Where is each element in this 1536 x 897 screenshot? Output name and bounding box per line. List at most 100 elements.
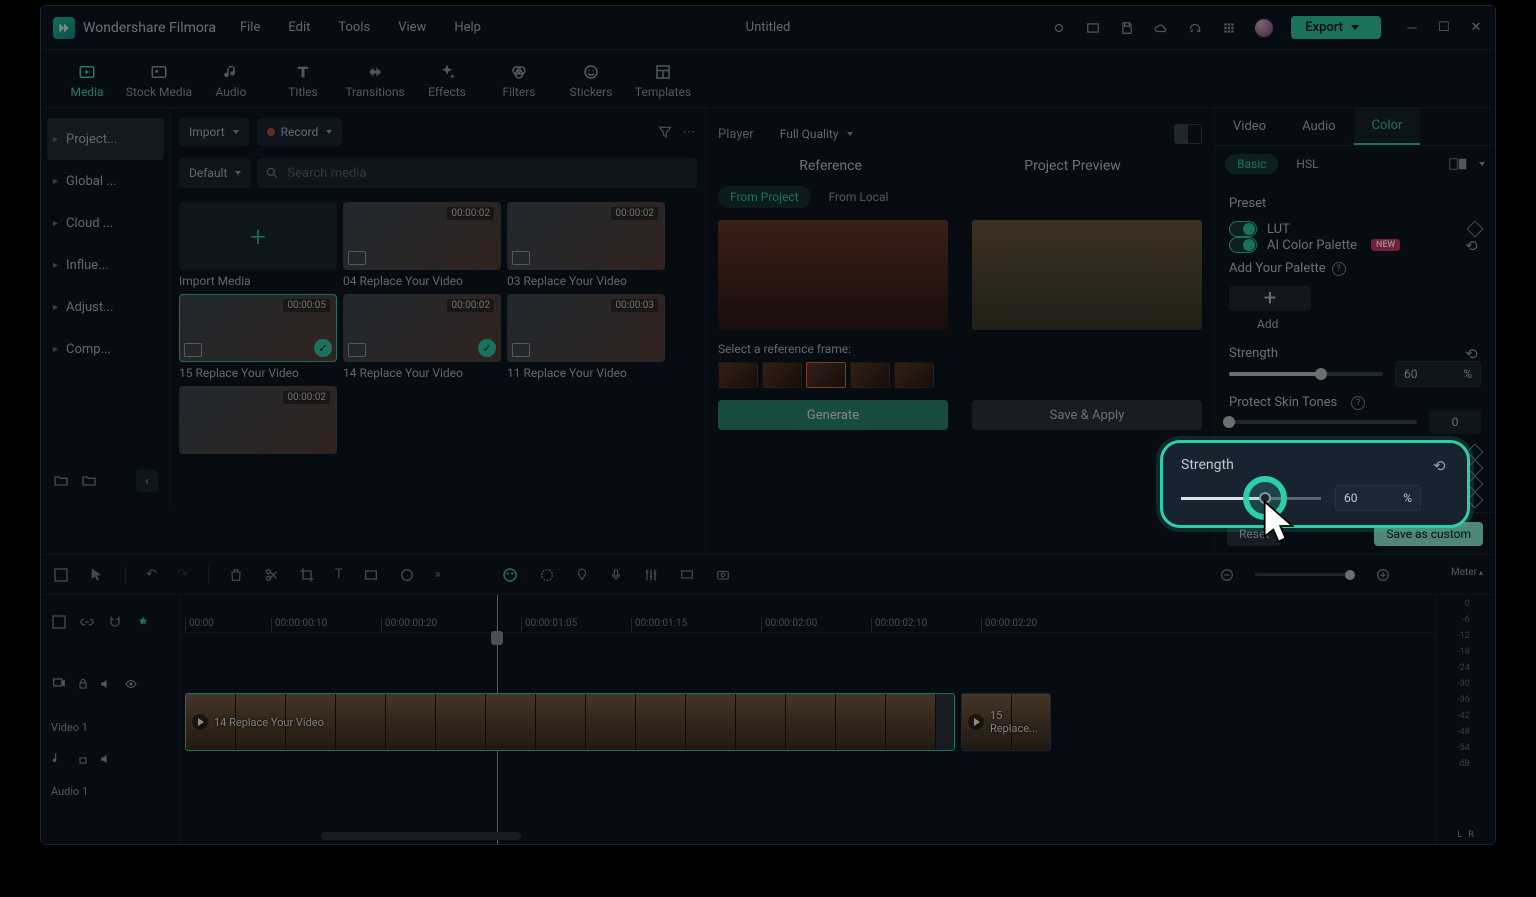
more-tools-icon[interactable]: » — [435, 567, 441, 582]
tab-effects[interactable]: Effects — [411, 54, 483, 107]
cursor-icon[interactable] — [89, 567, 105, 583]
media-thumb[interactable]: 00:00:05✓ — [179, 294, 337, 362]
tab-stickers[interactable]: Stickers — [555, 54, 627, 107]
text-icon[interactable]: T — [335, 567, 343, 582]
quality-dropdown[interactable]: Full Quality — [770, 123, 863, 145]
pill-from-project[interactable]: From Project — [718, 186, 811, 208]
help-icon[interactable]: ? — [1351, 396, 1365, 410]
pill-from-local[interactable]: From Local — [817, 186, 901, 208]
delete-icon[interactable] — [229, 567, 243, 583]
mute-icon[interactable] — [99, 752, 113, 766]
tab-video[interactable]: Video — [1215, 108, 1284, 145]
protect-skin-value[interactable]: 0 — [1429, 410, 1481, 434]
mute-icon[interactable] — [99, 677, 113, 691]
ref-thumb[interactable] — [850, 362, 890, 388]
add-palette-button[interactable]: + — [1229, 286, 1311, 311]
tab-transitions[interactable]: Transitions — [339, 54, 411, 107]
reset-icon[interactable]: ⟲ — [1465, 237, 1481, 253]
reset-icon[interactable]: ⟲ — [1433, 457, 1449, 473]
timeline-canvas[interactable]: 00:00 00:00:00:10 00:00:00:20 00:00:01:0… — [181, 595, 1435, 844]
mic-icon[interactable] — [609, 567, 623, 583]
headphones-icon[interactable] — [1187, 20, 1203, 36]
tab-titles[interactable]: Titles — [267, 54, 339, 107]
zoom-slider[interactable] — [1255, 573, 1355, 576]
filter-icon[interactable] — [657, 124, 673, 140]
import-dropdown[interactable]: Import — [179, 118, 249, 146]
sidebar-item-adjust[interactable]: Adjust... — [47, 286, 164, 328]
menu-edit[interactable]: Edit — [288, 20, 310, 35]
search-input[interactable]: Search media — [257, 158, 697, 188]
tab-audio-prop[interactable]: Audio — [1284, 108, 1353, 145]
panel-more-dropdown[interactable] — [1477, 162, 1485, 166]
undo-icon[interactable]: ↶ — [146, 567, 157, 582]
tab-color[interactable]: Color — [1354, 108, 1421, 145]
lock-icon[interactable] — [77, 677, 89, 691]
auto-ripple-icon[interactable] — [135, 614, 151, 630]
strength-slider-bg[interactable] — [1229, 372, 1383, 376]
lut-toggle[interactable] — [1229, 221, 1257, 237]
compare-view-icon[interactable] — [1449, 157, 1467, 171]
help-icon[interactable]: ? — [1332, 262, 1346, 276]
import-media-tile[interactable]: + — [179, 202, 337, 270]
snapshot-icon[interactable] — [715, 568, 731, 582]
menu-help[interactable]: Help — [454, 20, 481, 35]
folder-icon[interactable] — [81, 473, 97, 489]
maximize-button[interactable]: ☐ — [1437, 20, 1451, 36]
tab-media[interactable]: Media — [51, 54, 123, 107]
sidebar-item-cloud[interactable]: Cloud ... — [47, 202, 164, 244]
timeline-layout-icon[interactable] — [51, 614, 67, 630]
link-icon[interactable] — [79, 614, 95, 630]
save-icon[interactable] — [1119, 20, 1135, 36]
menu-view[interactable]: View — [398, 20, 426, 35]
media-thumb[interactable]: 00:00:02 — [507, 202, 665, 270]
ref-thumb[interactable] — [762, 362, 802, 388]
tab-templates[interactable]: Templates — [627, 54, 699, 107]
collapse-button[interactable]: ‹ — [136, 470, 158, 492]
strength-value-input[interactable]: 60% — [1335, 485, 1421, 511]
mixer-icon[interactable] — [643, 567, 659, 583]
menu-tools[interactable]: Tools — [338, 20, 370, 35]
timeline-mode-icon[interactable] — [53, 567, 69, 583]
cloud-icon[interactable] — [1153, 20, 1169, 36]
ai-icon[interactable] — [501, 566, 519, 584]
color-match-icon[interactable] — [399, 567, 415, 583]
aspect-icon[interactable] — [363, 567, 379, 583]
compare-toggle[interactable] — [1174, 124, 1202, 144]
media-thumb[interactable]: 00:00:02 — [343, 202, 501, 270]
ref-thumb[interactable] — [894, 362, 934, 388]
subtab-hsl[interactable]: HSL — [1284, 154, 1330, 174]
media-thumb[interactable]: 00:00:02 — [179, 386, 337, 454]
apps-icon[interactable] — [1221, 20, 1237, 36]
tab-stock-media[interactable]: Stock Media — [123, 54, 195, 107]
sidebar-item-influence[interactable]: Influe... — [47, 244, 164, 286]
media-thumb[interactable]: 00:00:03 — [507, 294, 665, 362]
tab-audio[interactable]: Audio — [195, 54, 267, 107]
sidebar-item-project[interactable]: Project... — [47, 118, 164, 160]
marker-icon[interactable] — [575, 567, 589, 583]
video-clip[interactable]: 14 Replace Your Video — [185, 693, 955, 751]
zoom-out-icon[interactable] — [1219, 567, 1235, 583]
tab-filters[interactable]: Filters — [483, 54, 555, 107]
ref-thumb[interactable] — [806, 362, 846, 388]
user-avatar[interactable] — [1255, 19, 1273, 37]
generate-button[interactable]: Generate — [718, 400, 948, 430]
protect-skin-slider[interactable] — [1229, 420, 1417, 424]
sidebar-item-global[interactable]: Global ... — [47, 160, 164, 202]
lock-icon[interactable] — [77, 752, 89, 766]
media-thumb[interactable]: 00:00:02✓ — [343, 294, 501, 362]
reset-icon[interactable]: ⟲ — [1465, 345, 1481, 361]
minimize-button[interactable]: ─ — [1405, 20, 1419, 36]
keyframe-icon[interactable] — [1467, 221, 1484, 238]
eye-icon[interactable] — [123, 678, 139, 690]
close-button[interactable]: ✕ — [1469, 20, 1483, 36]
sidebar-item-comp[interactable]: Comp... — [47, 328, 164, 370]
render-icon[interactable] — [679, 568, 695, 582]
save-apply-button[interactable]: Save & Apply — [972, 400, 1202, 430]
split-icon[interactable] — [263, 567, 279, 583]
ref-thumb[interactable] — [718, 362, 758, 388]
subtab-basic[interactable]: Basic — [1225, 154, 1278, 174]
record-icon[interactable] — [1051, 20, 1067, 36]
export-button[interactable]: Export — [1291, 16, 1381, 39]
sort-dropdown[interactable]: Default — [179, 158, 251, 188]
menu-file[interactable]: File — [240, 20, 260, 35]
